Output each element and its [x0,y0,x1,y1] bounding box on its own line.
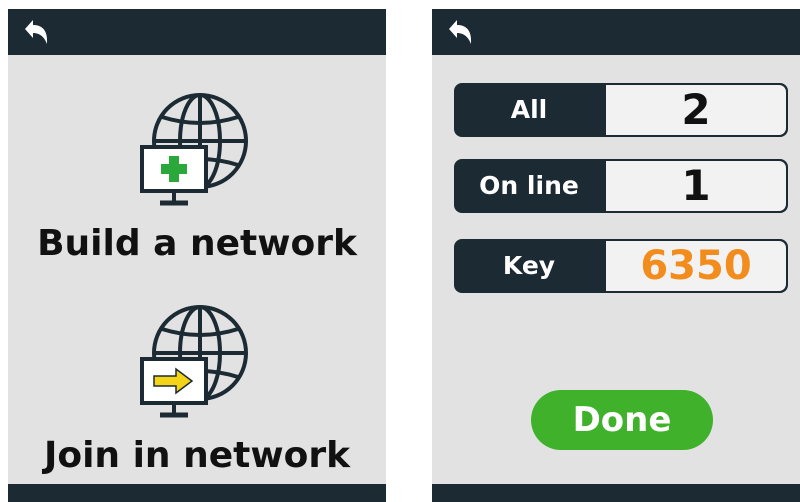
bottom-bar [432,484,800,502]
build-network-button[interactable]: Build a network [8,79,386,269]
globe-monitor-arrow-icon [140,305,248,418]
key-value: 6350 [606,241,786,291]
network-menu-screen: Build a network Join in network [8,9,386,502]
bottom-bar [8,484,386,502]
globe-monitor-plus-icon [140,93,248,206]
top-bar [432,9,800,55]
online-value: 1 [606,161,786,211]
all-devices-row: All 2 [454,83,788,137]
all-label: All [510,95,548,124]
back-arrow-icon[interactable] [442,15,476,49]
join-network-button[interactable]: Join in network [8,291,386,481]
all-value: 2 [606,85,786,135]
back-arrow-icon[interactable] [18,15,52,49]
key-label: Key [502,251,556,280]
online-label: On line [479,171,579,200]
build-network-label: Build a network [37,223,357,264]
join-network-label: Join in network [43,435,351,476]
done-button[interactable]: Done [531,390,713,450]
network-info-screen: All 2 On line 1 Key 6350 Done [432,9,800,502]
network-key-row: Key 6350 [454,239,788,293]
top-bar [8,9,386,55]
online-devices-row: On line 1 [454,159,788,213]
